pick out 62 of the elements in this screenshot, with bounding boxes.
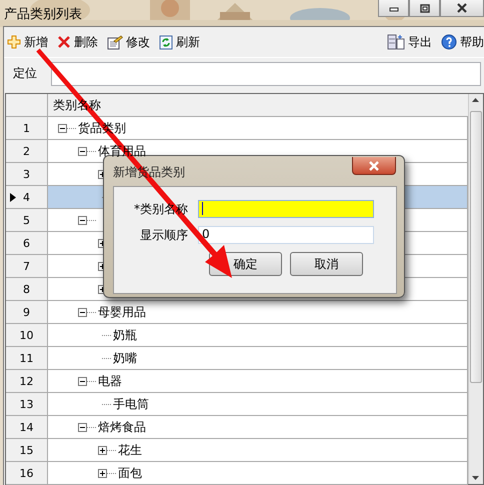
scroll-down-icon[interactable] — [472, 476, 479, 480]
row-number: 7 — [23, 260, 30, 272]
toolbar-button[interactable]: 刷新 — [159, 34, 200, 50]
row-number: 4 — [23, 190, 30, 204]
input-field[interactable]: 0 — [198, 226, 374, 244]
row-number: 8 — [23, 282, 30, 296]
row-pointer-icon — [10, 193, 16, 202]
close-button[interactable] — [352, 157, 396, 175]
expand-icon[interactable] — [98, 468, 107, 478]
row-number: 6 — [23, 236, 30, 250]
category-name: 奶瓶 — [113, 326, 137, 344]
row-number: 10 — [20, 328, 34, 342]
refresh-icon — [159, 34, 173, 50]
field-label: 显示顺序 — [139, 226, 189, 244]
toolbar-button[interactable]: 修改 — [107, 34, 150, 50]
row-number: 1 — [23, 122, 30, 134]
collapse-icon[interactable] — [78, 308, 87, 316]
row-number: 13 — [20, 398, 34, 410]
input-field[interactable] — [198, 200, 374, 218]
help-icon — [441, 34, 457, 50]
toolbar-button[interactable]: 删除 — [57, 34, 98, 50]
locate-label: 定位 — [12, 65, 38, 82]
category-name: 面包 — [118, 464, 142, 482]
row-number: 5 — [23, 214, 30, 226]
collapse-icon[interactable] — [78, 216, 87, 224]
toolbar-button[interactable]: 导出 — [387, 34, 432, 50]
scroll-up-icon[interactable] — [472, 98, 479, 102]
collapse-icon[interactable] — [78, 146, 87, 156]
category-name: 母婴用品 — [98, 304, 146, 320]
maximize-button[interactable] — [409, 0, 440, 17]
export-icon — [387, 34, 405, 50]
category-name: 焙烤食品 — [98, 418, 146, 436]
row-number: 3 — [23, 168, 30, 180]
maximize-icon — [420, 4, 430, 12]
dialog-button[interactable]: 取消 — [290, 252, 363, 276]
expand-icon[interactable] — [98, 446, 107, 454]
close-button[interactable] — [440, 0, 484, 17]
close-icon — [456, 3, 468, 13]
close-icon — [368, 160, 380, 170]
row-number: 11 — [20, 352, 34, 364]
collapse-icon[interactable] — [78, 376, 87, 386]
toolbar-button[interactable]: 新增 — [7, 34, 48, 50]
minimize-button[interactable] — [378, 0, 409, 17]
locate-field[interactable] — [51, 62, 481, 86]
toolbar-button[interactable]: 帮助 — [441, 34, 484, 50]
row-number: 15 — [20, 444, 34, 456]
notepad-pencil-icon — [107, 34, 123, 50]
collapse-icon[interactable] — [78, 422, 87, 432]
category-name: 奶嘴 — [113, 350, 137, 366]
row-number: 9 — [23, 306, 30, 318]
row-number: 14 — [20, 420, 34, 434]
row-number: 16 — [20, 466, 34, 480]
row-number: 2 — [23, 144, 30, 158]
category-name: 手电筒 — [113, 396, 149, 412]
close-icon — [57, 35, 71, 49]
category-name: 花生 — [118, 442, 142, 458]
row-number: 12 — [20, 374, 34, 388]
plus-icon — [7, 35, 21, 49]
collapse-icon[interactable] — [58, 124, 67, 132]
scrollbar[interactable] — [468, 94, 483, 484]
window-title: 产品类别列表 — [4, 6, 82, 23]
category-name: 电器 — [98, 372, 122, 390]
